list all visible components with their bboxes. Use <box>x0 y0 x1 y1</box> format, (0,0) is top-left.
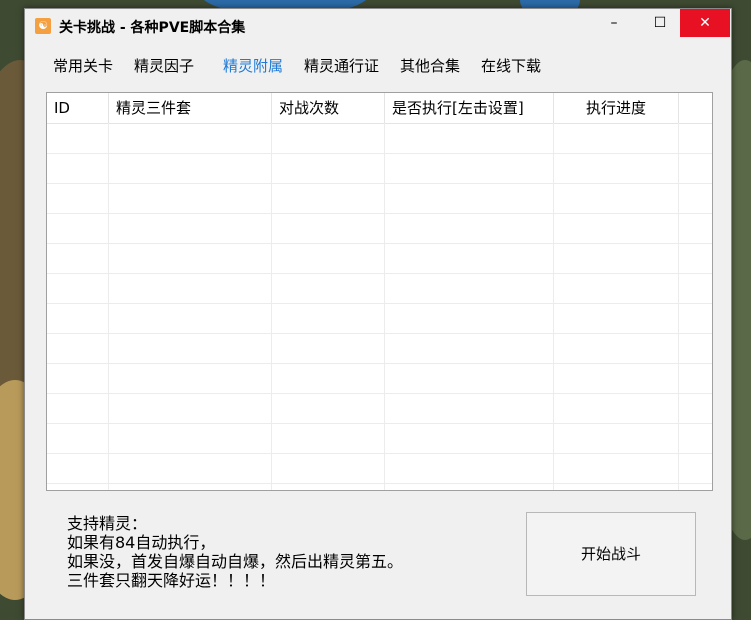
minimize-button[interactable]: – <box>591 9 637 37</box>
column-divider <box>678 123 679 490</box>
row-divider <box>47 213 712 214</box>
column-divider <box>553 123 554 490</box>
instructions-text: 支持精灵： 如果有84自动执行， 如果没，首发自爆自动自爆，然后出精灵第五。 三件套只… <box>67 514 403 590</box>
row-divider <box>47 153 712 154</box>
menu-item-spirit-pass[interactable]: 精灵通行证 <box>304 55 379 76</box>
row-divider <box>47 183 712 184</box>
menu-item-other-collection[interactable]: 其他合集 <box>400 55 460 76</box>
note-line: 支持精灵： <box>67 514 148 533</box>
row-divider <box>47 483 712 484</box>
close-button[interactable]: ✕ <box>680 9 730 37</box>
task-table[interactable]: ID 精灵三件套 对战次数 是否执行[左击设置] 执行进度 <box>46 92 713 491</box>
row-divider <box>47 303 712 304</box>
menu-item-spirit-factor[interactable]: 精灵因子 <box>134 55 194 76</box>
row-divider <box>47 363 712 364</box>
column-divider <box>108 123 109 490</box>
menu-item-spirit-attachment[interactable]: 精灵附属 <box>223 55 283 76</box>
menu-item-online-download[interactable]: 在线下载 <box>481 55 541 76</box>
column-header-execute[interactable]: 是否执行[左击设置] <box>385 93 554 123</box>
column-header-spirit-set[interactable]: 精灵三件套 <box>109 93 272 123</box>
menu-item-common-levels[interactable]: 常用关卡 <box>53 55 113 76</box>
row-divider <box>47 393 712 394</box>
column-divider <box>271 123 272 490</box>
app-window: ☯ 关卡挑战 - 各种PVE脚本合集 – ☐ ✕ 常用关卡 精灵因子 精灵附属 … <box>24 8 732 620</box>
window-title: 关卡挑战 - 各种PVE脚本合集 <box>59 20 246 36</box>
column-divider <box>384 123 385 490</box>
row-divider <box>47 243 712 244</box>
column-header-battle-count[interactable]: 对战次数 <box>272 93 385 123</box>
start-battle-button[interactable]: 开始战斗 <box>526 512 696 596</box>
title-bar[interactable]: ☯ 关卡挑战 - 各种PVE脚本合集 – ☐ ✕ <box>25 9 731 43</box>
note-line: 如果没，首发自爆自动自爆，然后出精灵第五。 <box>67 552 404 571</box>
table-header: ID 精灵三件套 对战次数 是否执行[左击设置] 执行进度 <box>47 93 712 124</box>
row-divider <box>47 423 712 424</box>
maximize-button[interactable]: ☐ <box>637 9 683 37</box>
row-divider <box>47 333 712 334</box>
app-icon: ☯ <box>35 18 51 34</box>
menu-bar: 常用关卡 精灵因子 精灵附属 精灵通行证 其他合集 在线下载 <box>25 55 731 79</box>
column-header-progress[interactable]: 执行进度 <box>554 93 679 123</box>
note-line: 如果有84自动执行， <box>67 533 216 552</box>
note-line: 三件套只翻天降好运！！！！ <box>67 571 276 590</box>
column-header-id[interactable]: ID <box>47 93 109 123</box>
row-divider <box>47 273 712 274</box>
row-divider <box>47 453 712 454</box>
